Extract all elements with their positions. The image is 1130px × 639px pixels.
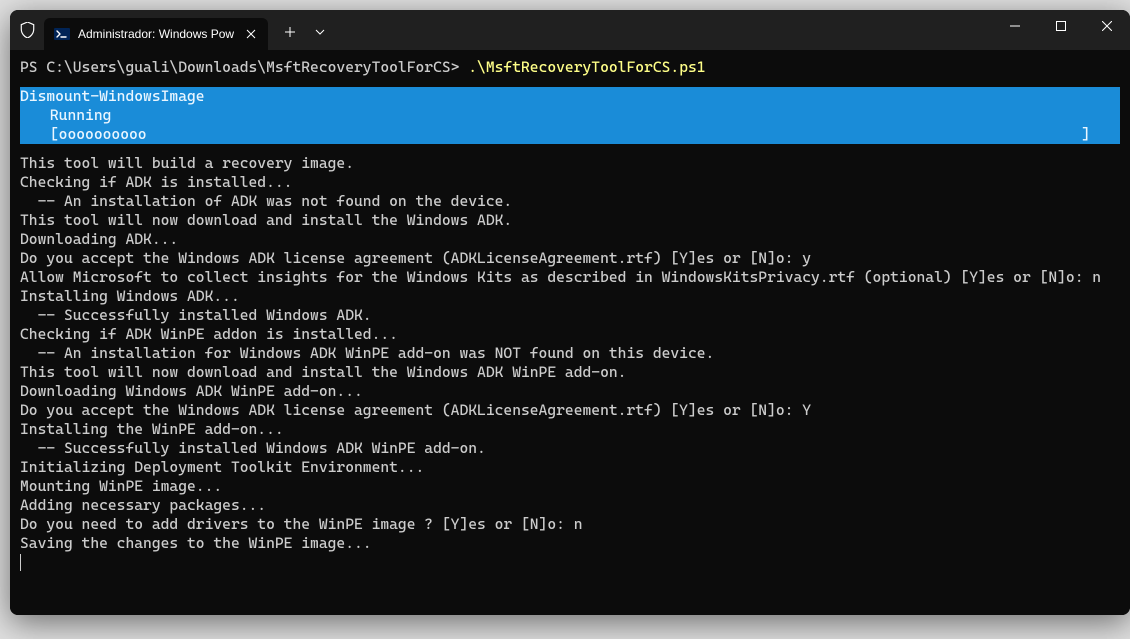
window-controls: [992, 10, 1130, 50]
progress-fill: oooooooooo: [59, 125, 147, 144]
progress-bracket-open: [: [50, 125, 59, 144]
progress-bar: [oooooooooo]: [20, 125, 1120, 144]
terminal-window: Administrador: Windows Pow: [10, 10, 1130, 615]
tab-powershell[interactable]: Administrador: Windows Pow: [44, 18, 268, 50]
progress-bracket-close: ]: [1081, 125, 1120, 144]
titlebar-left: Administrador: Windows Pow: [10, 10, 334, 50]
close-button[interactable]: [1084, 10, 1130, 42]
tab-dropdown-button[interactable]: [306, 16, 334, 48]
prompt-command: .\MsftRecoveryToolForCS.ps1: [468, 58, 705, 76]
tab-close-button[interactable]: [242, 25, 260, 43]
tab-title: Administrador: Windows Pow: [78, 27, 234, 41]
terminal-output[interactable]: PS C:\Users\guali\Downloads\MsftRecovery…: [10, 50, 1130, 615]
shield-icon: [10, 22, 44, 38]
powershell-icon: [54, 26, 70, 42]
progress-status: Running: [20, 106, 111, 124]
progress-title: Dismount-WindowsImage: [20, 87, 205, 105]
new-tab-button[interactable]: [274, 16, 306, 48]
maximize-button[interactable]: [1038, 10, 1084, 42]
minimize-button[interactable]: [992, 10, 1038, 42]
progress-spacer: [147, 125, 1082, 144]
cursor: [20, 554, 21, 571]
prompt-prefix: PS C:\Users\guali\Downloads\MsftRecovery…: [20, 58, 468, 76]
titlebar[interactable]: Administrador: Windows Pow: [10, 10, 1130, 50]
output-lines: This tool will build a recovery image. C…: [20, 154, 1120, 553]
progress-block: Dismount-WindowsImage Running [ooooooooo…: [20, 87, 1120, 144]
